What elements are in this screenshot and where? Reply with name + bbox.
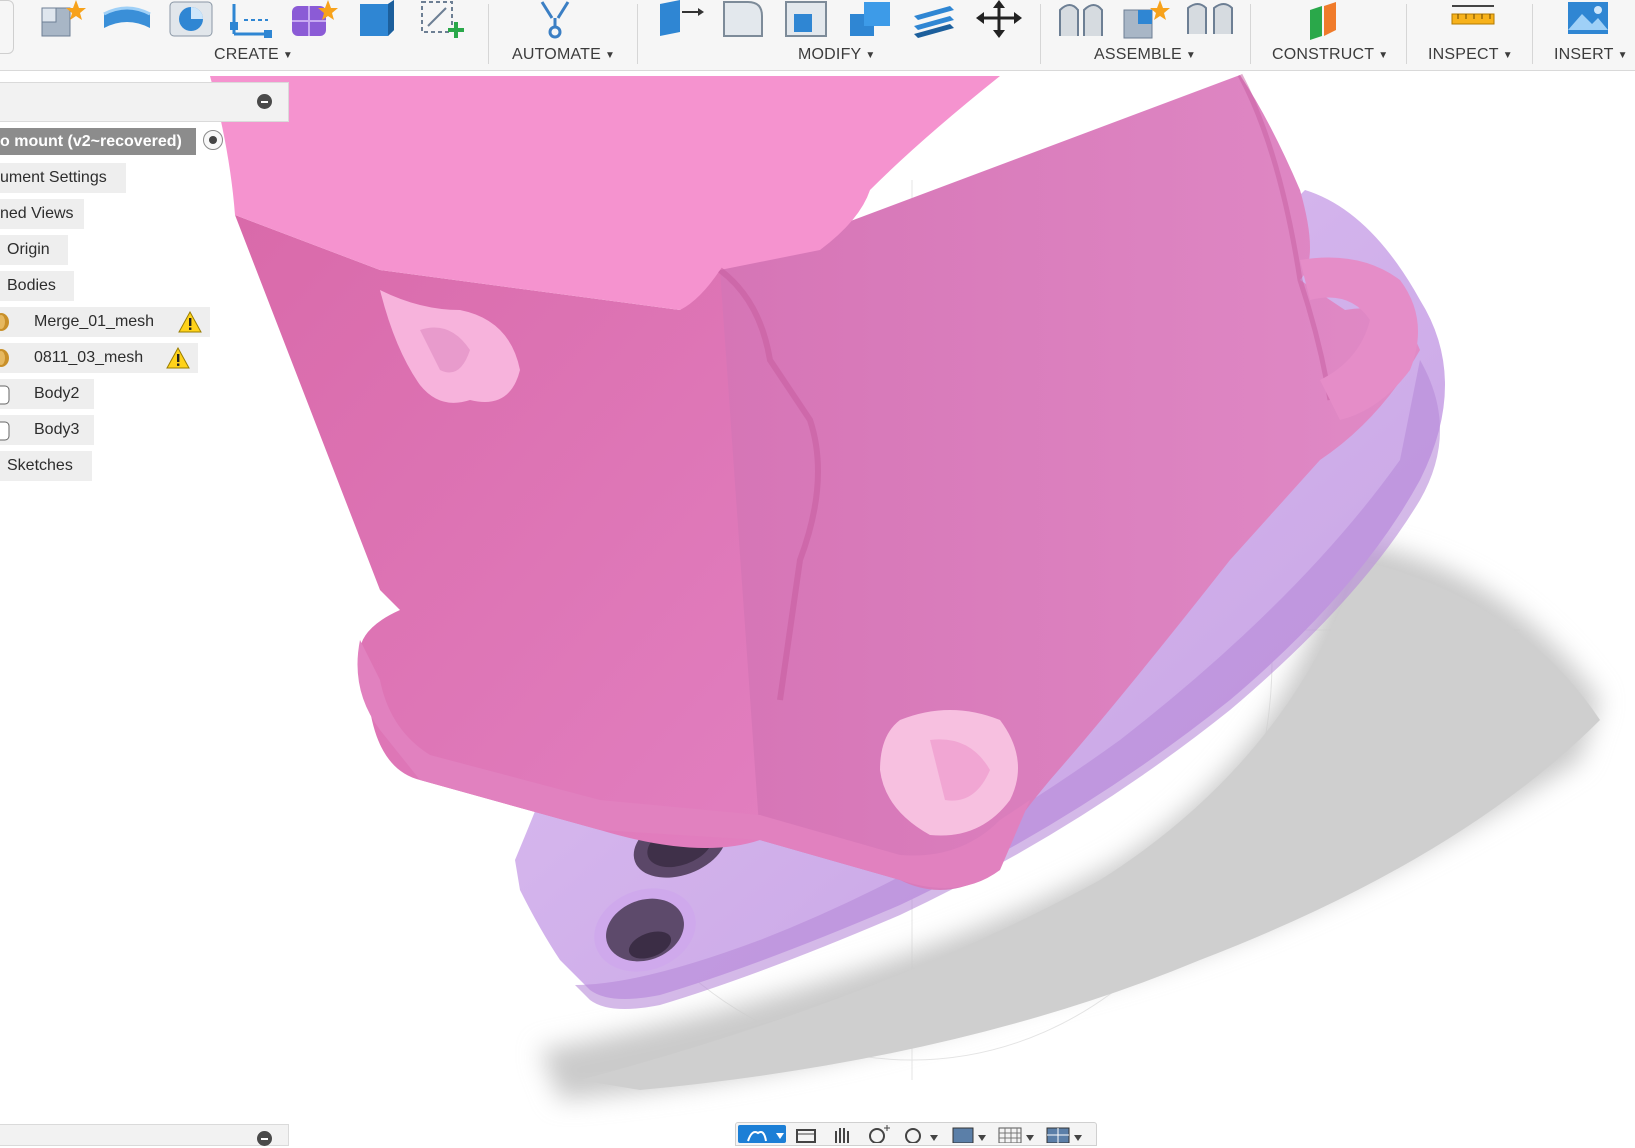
- tree-item-label: Sketches: [7, 457, 73, 474]
- toolbar-separator: [1532, 4, 1533, 64]
- toolbar-left-edge: [0, 0, 14, 54]
- comments-panel-header: [0, 1124, 289, 1146]
- combine-icon[interactable]: [846, 0, 896, 40]
- tree-item-document-settings[interactable]: ument Settings: [0, 163, 126, 193]
- tree-item-0811-03-mesh[interactable]: 0811_03_mesh: [0, 343, 198, 373]
- navigation-bar: [735, 1122, 1097, 1146]
- body-icon: [0, 385, 10, 405]
- move-icon[interactable]: [974, 0, 1024, 40]
- tree-item-merge-01-mesh[interactable]: Merge_01_mesh: [0, 307, 210, 337]
- tree-item-label: ument Settings: [0, 169, 107, 186]
- assemble-menu-label[interactable]: ASSEMBLE ▼: [1094, 46, 1196, 64]
- toolbar-separator: [488, 4, 489, 64]
- fit-icon[interactable]: [902, 1125, 942, 1143]
- tree-item-label: 0811_03_mesh: [34, 349, 144, 366]
- sketch-dimension-icon[interactable]: [228, 0, 278, 40]
- warning-icon[interactable]: [166, 347, 190, 369]
- tree-item-label: Body3: [34, 421, 80, 438]
- construct-group: CONSTRUCT ▼: [1252, 0, 1405, 70]
- grid-icon[interactable]: [996, 1125, 1038, 1143]
- browser-header: [0, 82, 289, 122]
- toolbar-separator: [1040, 4, 1041, 64]
- as-built-joint-icon[interactable]: [1184, 0, 1236, 40]
- toolbar-separator: [637, 4, 638, 64]
- collapse-browser-button[interactable]: [257, 94, 272, 109]
- expand-comments-button[interactable]: [257, 1131, 272, 1146]
- shell-icon[interactable]: [782, 0, 832, 40]
- tree-item-origin[interactable]: Origin: [0, 235, 68, 265]
- box-icon[interactable]: [354, 0, 400, 40]
- insert-group: INSERT ▼: [1534, 0, 1635, 70]
- tree-item-sketches[interactable]: Sketches: [0, 451, 92, 481]
- tree-item-label: ned Views: [0, 205, 74, 222]
- inspect-group: INSPECT ▼: [1408, 0, 1532, 70]
- offset-face-icon[interactable]: [910, 0, 960, 40]
- insert-image-icon[interactable]: [1564, 0, 1614, 40]
- create-group: CREATE ▼: [30, 0, 490, 70]
- insert-menu-label[interactable]: INSERT ▼: [1554, 46, 1628, 64]
- extrude-icon[interactable]: [100, 0, 154, 40]
- modify-group: MODIFY ▼: [640, 0, 1040, 70]
- toolbar-separator: [1406, 4, 1407, 64]
- browser-root-component[interactable]: o mount (v2~recovered): [0, 128, 196, 155]
- mesh-model-render[interactable]: [0, 71, 1635, 1141]
- automate-group: AUTOMATE ▼: [490, 0, 636, 70]
- display-settings-icon[interactable]: [950, 1125, 990, 1143]
- automate-menu-label[interactable]: AUTOMATE ▼: [512, 46, 615, 64]
- press-pull-icon[interactable]: [654, 0, 706, 40]
- tree-item-label: Merge_01_mesh: [34, 313, 155, 330]
- viewports-icon[interactable]: [1044, 1125, 1086, 1143]
- model-viewport[interactable]: [0, 71, 1635, 1141]
- form-icon[interactable]: [288, 0, 338, 40]
- look-at-icon[interactable]: [794, 1125, 820, 1143]
- automate-icon[interactable]: [530, 0, 580, 40]
- toolbar: CREATE ▼ AUTOMATE ▼ MODIFY ▼ ASSEMBLE ▼ …: [0, 0, 1635, 71]
- housing-front-face: [235, 215, 800, 848]
- joint-icon[interactable]: [1056, 0, 1108, 40]
- construct-plane-icon[interactable]: [1302, 0, 1352, 40]
- orbit-icon[interactable]: [738, 1125, 786, 1143]
- tree-item-bodies[interactable]: Bodies: [0, 271, 74, 301]
- measure-icon[interactable]: [1448, 0, 1498, 40]
- root-component-label: o mount (v2~recovered): [0, 133, 182, 150]
- warning-icon[interactable]: [178, 311, 202, 333]
- create-menu-label[interactable]: CREATE ▼: [214, 46, 293, 64]
- new-component-assemble-icon[interactable]: [1120, 0, 1170, 40]
- tree-item-body2[interactable]: Body2: [0, 379, 94, 409]
- fillet-icon[interactable]: [718, 0, 768, 40]
- tree-item-label: Origin: [7, 241, 50, 258]
- inspect-menu-label[interactable]: INSPECT ▼: [1428, 46, 1513, 64]
- new-component-icon[interactable]: [36, 0, 86, 40]
- tree-item-label: Body2: [34, 385, 80, 402]
- tree-item-named-views[interactable]: ned Views: [0, 199, 84, 229]
- create-sketch-icon[interactable]: [416, 0, 468, 40]
- assemble-group: ASSEMBLE ▼: [1042, 0, 1250, 70]
- activate-component-radio[interactable]: [203, 130, 223, 150]
- pan-icon[interactable]: [830, 1125, 856, 1143]
- modify-menu-label[interactable]: MODIFY ▼: [798, 46, 876, 64]
- mesh-body-icon: [0, 349, 9, 367]
- tree-item-label: Bodies: [7, 277, 56, 294]
- mesh-body-icon: [0, 313, 9, 331]
- revolve-icon[interactable]: [166, 0, 216, 40]
- toolbar-separator: [1250, 4, 1251, 64]
- body-icon: [0, 421, 10, 441]
- tree-item-body3[interactable]: Body3: [0, 415, 94, 445]
- construct-menu-label[interactable]: CONSTRUCT ▼: [1272, 46, 1388, 64]
- zoom-icon[interactable]: [866, 1125, 892, 1143]
